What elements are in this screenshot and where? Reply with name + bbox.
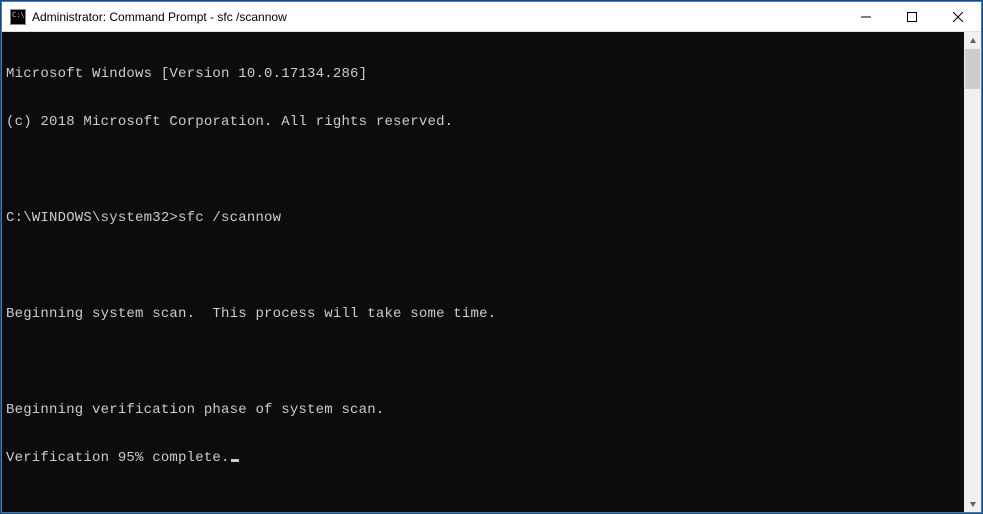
scroll-track[interactable] [964,49,981,495]
scroll-down-button[interactable] [964,495,981,512]
terminal-text: Verification 95% complete. [6,450,230,466]
minimize-button[interactable] [843,2,889,31]
terminal-line: (c) 2018 Microsoft Corporation. All righ… [6,114,964,130]
titlebar[interactable]: Administrator: Command Prompt - sfc /sca… [2,2,981,32]
window-controls [843,2,981,31]
maximize-button[interactable] [889,2,935,31]
terminal-line [6,354,964,370]
terminal-line: Microsoft Windows [Version 10.0.17134.28… [6,66,964,82]
terminal-line: C:\WINDOWS\system32>sfc /scannow [6,210,964,226]
vertical-scrollbar[interactable] [964,32,981,512]
close-button[interactable] [935,2,981,31]
client-area: Microsoft Windows [Version 10.0.17134.28… [2,32,981,512]
cursor-icon [231,459,239,462]
terminal-line: Beginning verification phase of system s… [6,402,964,418]
command-prompt-window: Administrator: Command Prompt - sfc /sca… [1,1,982,513]
terminal-line [6,162,964,178]
terminal-output[interactable]: Microsoft Windows [Version 10.0.17134.28… [2,32,964,512]
scroll-up-button[interactable] [964,32,981,49]
terminal-line: Beginning system scan. This process will… [6,306,964,322]
scroll-thumb[interactable] [965,49,980,89]
terminal-line: Verification 95% complete. [6,450,964,466]
window-title: Administrator: Command Prompt - sfc /sca… [32,10,843,24]
terminal-line [6,258,964,274]
cmd-icon [10,9,26,25]
